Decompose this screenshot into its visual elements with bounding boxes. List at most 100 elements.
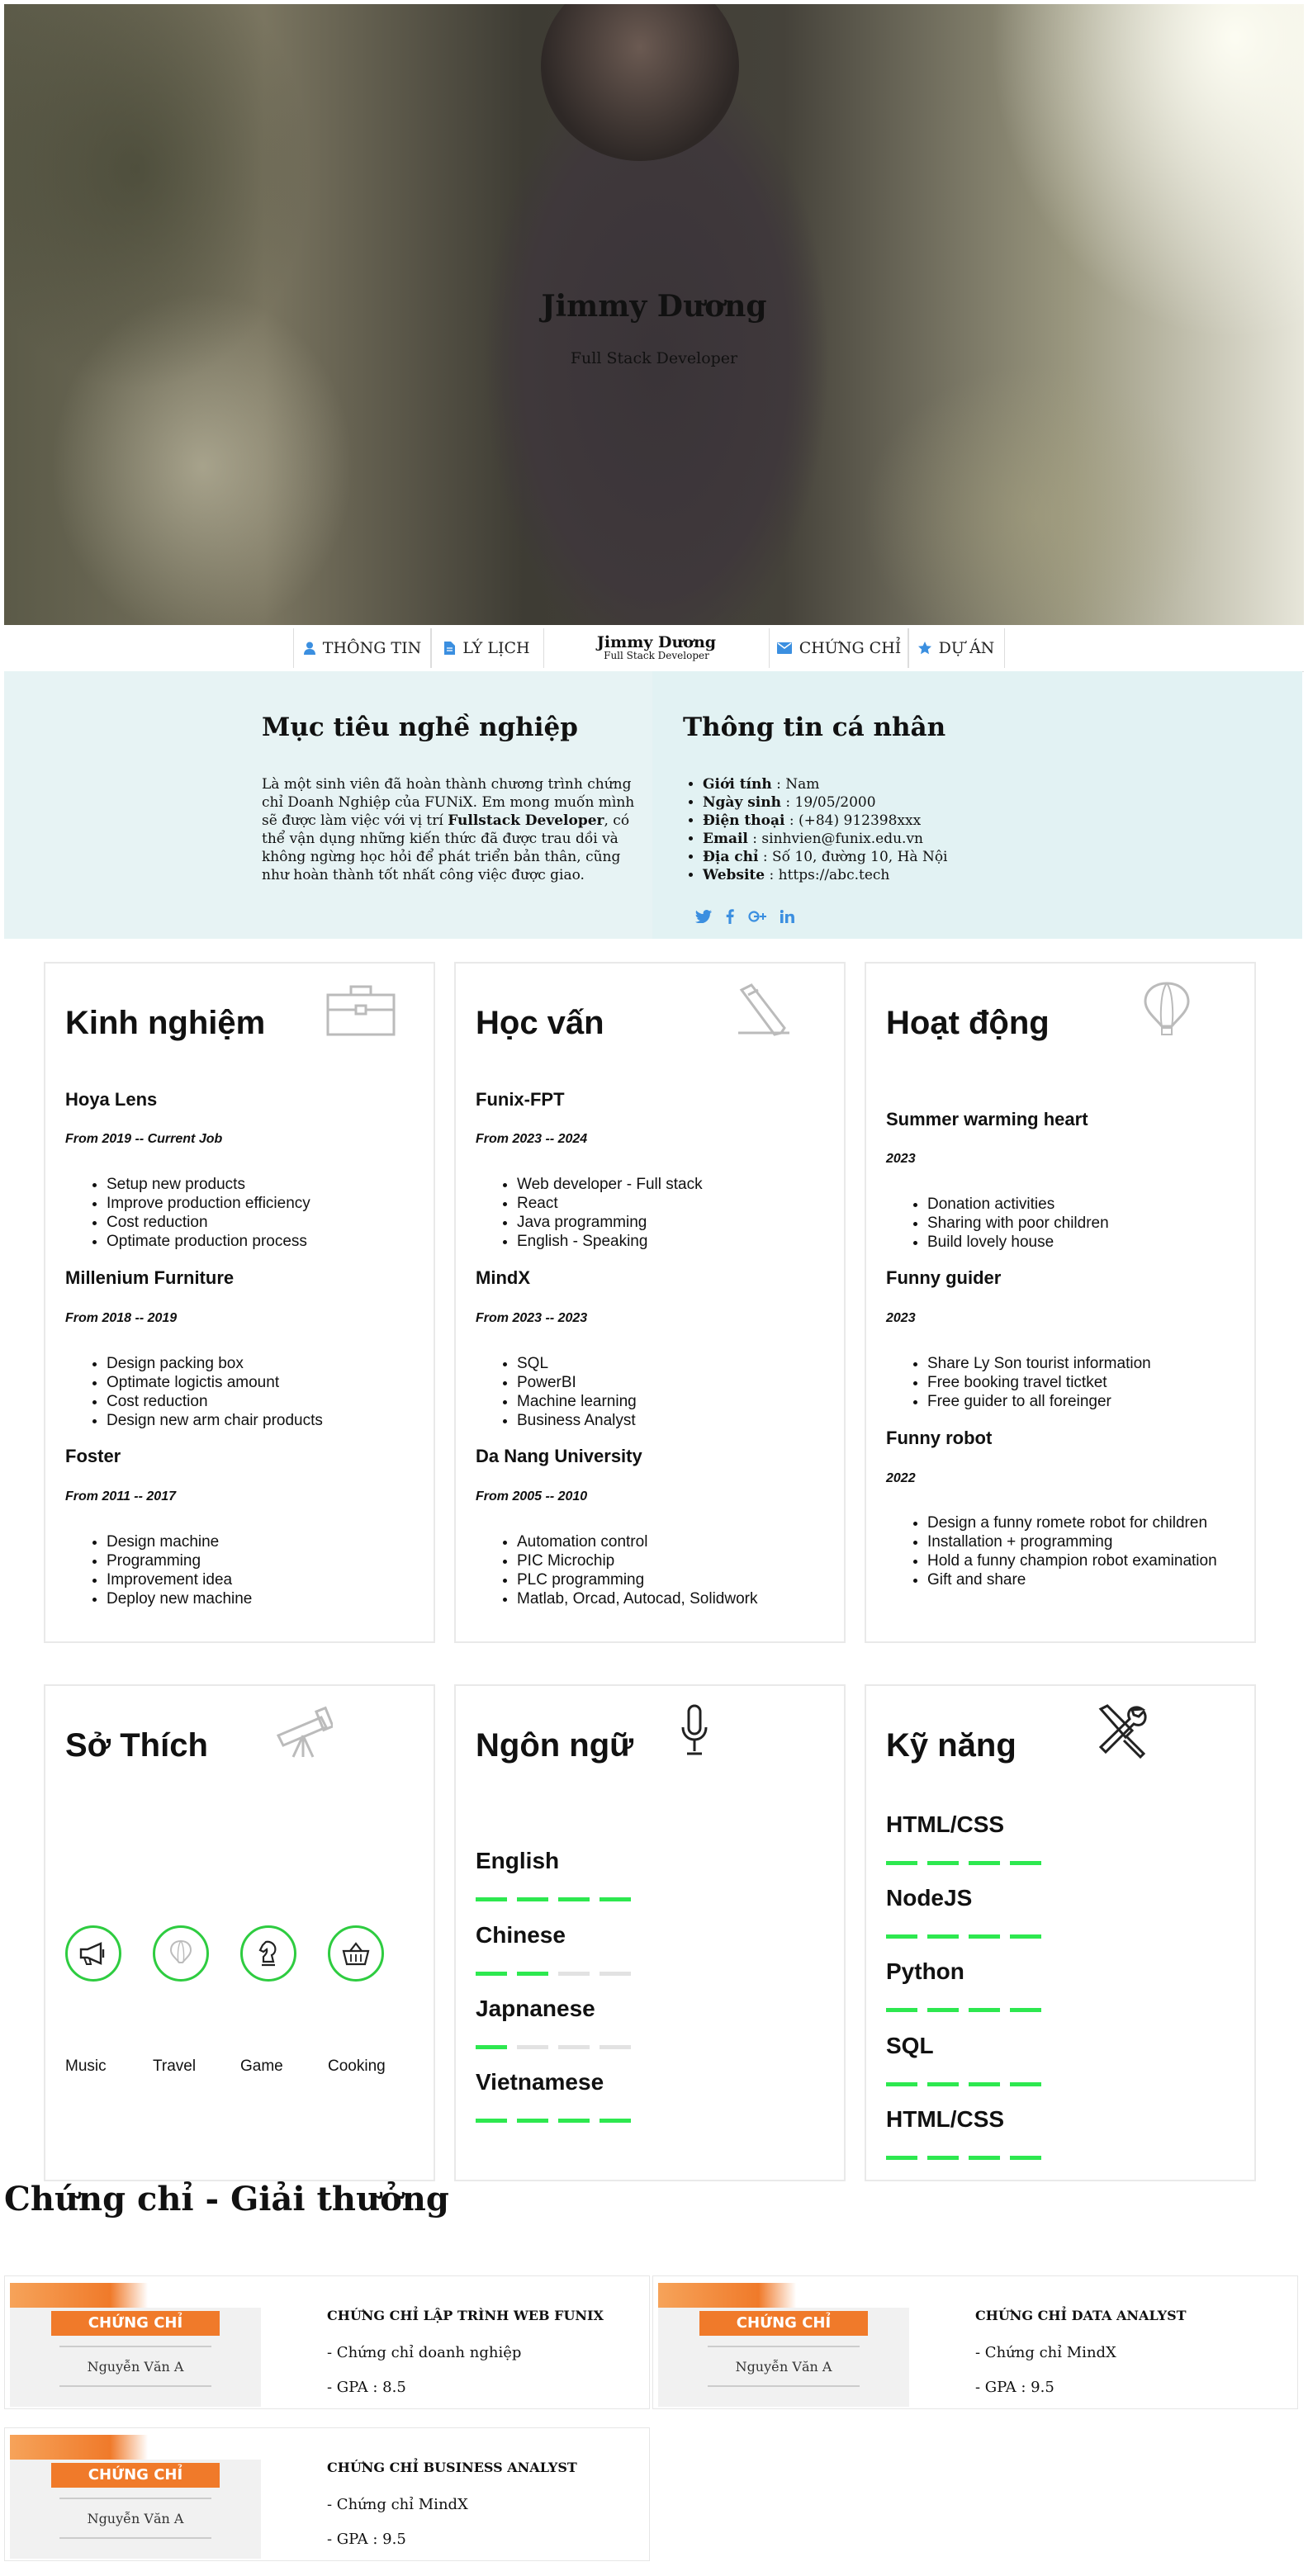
hero-name: Jimmy Dương — [541, 289, 767, 324]
twitter-icon[interactable] — [695, 909, 712, 928]
nav-item-du-an[interactable]: DỰ ÁN — [908, 628, 1005, 668]
level-bar-filled — [476, 1972, 507, 1976]
list-item: Sharing with poor children — [927, 1214, 1109, 1233]
envelope-icon — [776, 642, 792, 654]
certificate-image-line — [59, 2346, 211, 2347]
list-item: Donation activities — [927, 1195, 1109, 1214]
language-label: English — [476, 1848, 560, 1873]
list-item: PIC Microchip — [517, 1551, 757, 1570]
entry-list: Web developer - Full stack React Java pr… — [476, 1175, 703, 1251]
skill-label: NodeJS — [886, 1885, 973, 1911]
certificate-image-line — [59, 2498, 211, 2499]
certificate-type: - Chứng chỉ MindX — [975, 2344, 1116, 2361]
entry-list: Design machine Programming Improvement i… — [65, 1532, 252, 1608]
entry-list: Design a funny romete robot for children… — [886, 1513, 1217, 1589]
level-bar-filled — [517, 1972, 548, 1976]
list-item: Programming — [107, 1551, 252, 1570]
list-item: Cost reduction — [107, 1213, 310, 1232]
entry-date: From 2023 -- 2024 — [476, 1132, 588, 1146]
personal-item: Giới tính : Nam — [703, 775, 948, 793]
list-item: PLC programming — [517, 1570, 757, 1589]
level-bar-filled — [1010, 2008, 1041, 2012]
level-bar-empty — [600, 2045, 631, 2049]
activities-card: Hoạt động Summer warming heart 2023 Dona… — [865, 962, 1256, 1643]
level-bar-filled — [927, 1861, 959, 1865]
skills-card: Kỹ năng HTML/CSS NodeJS Python SQL HTML/… — [865, 1684, 1256, 2181]
certificate-image-name: Nguyễn Văn A — [87, 2359, 184, 2375]
entry-list: Automation control PIC Microchip PLC pro… — [476, 1532, 757, 1608]
objective-highlight: Fullstack Developer — [448, 812, 604, 829]
personal-item: Địa chỉ : Số 10, đường 10, Hà Nội — [703, 848, 948, 866]
list-item: Deploy new machine — [107, 1589, 252, 1608]
certificate-card[interactable]: CHỨNG CHỈ Nguyễn Văn A CHỨNG CHỈ LẬP TRÌ… — [4, 2275, 650, 2409]
certificate-image-line — [59, 2537, 211, 2539]
level-bar-empty — [558, 1972, 590, 1976]
entry-title: MindX — [476, 1267, 530, 1288]
level-bar-filled — [600, 2119, 631, 2123]
certificate-image-line — [708, 2346, 860, 2347]
experience-card: Kinh nghiệm Hoya Lens From 2019 -- Curre… — [44, 962, 435, 1643]
skill-label: Python — [886, 1958, 964, 1984]
hobby-cooking[interactable] — [328, 1925, 384, 1982]
list-item: PowerBI — [517, 1373, 637, 1392]
list-item: Design machine — [107, 1532, 252, 1551]
list-item: Automation control — [517, 1532, 757, 1551]
level-bar-filled — [886, 2008, 917, 2012]
certificate-image-header — [658, 2283, 909, 2308]
hobby-game[interactable] — [240, 1925, 296, 1982]
certificate-name: CHỨNG CHỈ DATA ANALYST — [975, 2308, 1187, 2323]
list-item: Matlab, Orcad, Autocad, Solidwork — [517, 1589, 757, 1608]
certificate-gpa: - GPA : 9.5 — [327, 2531, 406, 2548]
certificate-gpa: - GPA : 8.5 — [327, 2379, 406, 2396]
google-plus-icon[interactable] — [748, 909, 766, 928]
certificate-image-name: Nguyễn Văn A — [735, 2359, 832, 2375]
nav-brand-role: Full Stack Developer — [604, 650, 709, 661]
nav-item-chung-chi[interactable]: CHỨNG CHỈ — [769, 628, 909, 668]
hobby-music[interactable] — [65, 1925, 121, 1982]
certificate-gpa: - GPA : 9.5 — [975, 2379, 1054, 2396]
balloon-icon — [1144, 982, 1190, 1035]
nav-label: DỰ ÁN — [938, 639, 995, 657]
entry-date: From 2011 -- 2017 — [65, 1489, 176, 1503]
entry-date: From 2019 -- Current Job — [65, 1132, 223, 1146]
hobby-label: Travel — [153, 2057, 197, 2075]
level-bar-empty — [600, 1972, 631, 1976]
certificate-card[interactable]: CHỨNG CHỈ Nguyễn Văn A CHỨNG CHỈ BUSINES… — [4, 2427, 650, 2561]
hobby-label: Music — [65, 2057, 107, 2075]
linkedin-icon[interactable] — [780, 909, 794, 928]
entry-title: Millenium Furniture — [65, 1267, 235, 1288]
languages-title: Ngôn ngữ — [476, 1727, 634, 1764]
skill-label: HTML/CSS — [886, 1811, 1005, 1837]
personal-item: Điện thoại : (+84) 912398xxx — [703, 812, 948, 830]
hobby-travel[interactable] — [153, 1925, 209, 1982]
certificate-name: CHỨNG CHỈ BUSINESS ANALYST — [327, 2460, 577, 2475]
language-bars — [476, 2045, 631, 2049]
list-item: Improve production efficiency — [107, 1194, 310, 1213]
level-bar-filled — [886, 2082, 917, 2086]
level-bar-filled — [927, 1934, 959, 1939]
megaphone-icon — [79, 1942, 105, 1965]
certificate-type: - Chứng chỉ MindX — [327, 2496, 468, 2513]
education-title: Học vấn — [476, 1005, 604, 1041]
entry-title: Hoya Lens — [65, 1089, 158, 1110]
list-item: SQL — [517, 1354, 637, 1373]
nav-item-ly-lich[interactable]: LÝ LỊCH — [430, 628, 544, 668]
basket-icon — [342, 1942, 370, 1966]
personal-item: Website : https://abc.tech — [703, 866, 948, 884]
nav-item-thong-tin[interactable]: THÔNG TIN — [293, 628, 432, 668]
level-bar-filled — [1010, 2082, 1041, 2086]
personal-value: : Nam — [771, 776, 820, 793]
facebook-icon[interactable] — [726, 909, 734, 928]
certificate-card[interactable]: CHỨNG CHỈ Nguyễn Văn A CHỨNG CHỈ DATA AN… — [652, 2275, 1298, 2409]
list-item: English - Speaking — [517, 1232, 703, 1251]
personal-value: : (+84) 912398xxx — [784, 812, 922, 829]
level-bar-filled — [969, 2082, 1000, 2086]
nav-brand[interactable]: Jimmy Dương Full Stack Developer — [541, 635, 772, 662]
entry-title: Funix-FPT — [476, 1089, 565, 1110]
list-item: Design packing box — [107, 1354, 323, 1373]
document-icon — [444, 642, 456, 655]
certificate-image-name: Nguyễn Văn A — [87, 2511, 184, 2526]
skill-label: HTML/CSS — [886, 2106, 1005, 2132]
personal-label: Email — [703, 831, 748, 847]
list-item: Installation + programming — [927, 1532, 1217, 1551]
